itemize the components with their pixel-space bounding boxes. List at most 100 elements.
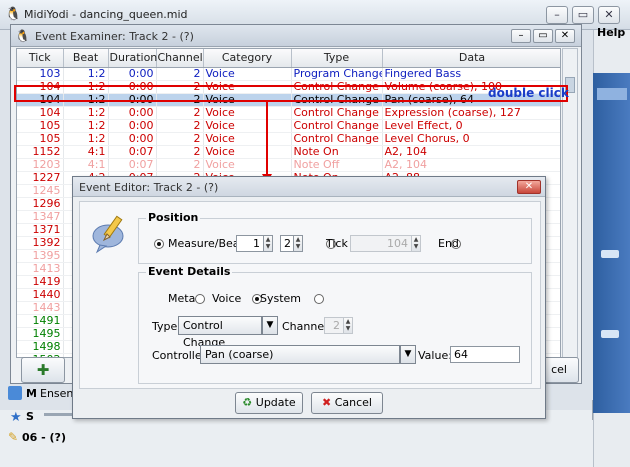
event-editor-dialog: Event Editor: Track 2 - (?) ✕ Position M… bbox=[72, 176, 546, 419]
examiner-minimize-button[interactable]: – bbox=[511, 29, 531, 43]
cell-category: Voice bbox=[203, 119, 292, 133]
close-button[interactable]: ✕ bbox=[598, 6, 620, 24]
folder-icon: ✎ bbox=[8, 430, 19, 444]
track-slider[interactable] bbox=[44, 413, 74, 416]
value-input[interactable]: 64 bbox=[450, 346, 520, 363]
cell-type: Control Change bbox=[291, 106, 383, 120]
update-button[interactable]: ♻ Update bbox=[235, 392, 303, 414]
cell-type: Control Change bbox=[291, 119, 383, 133]
meta-radio[interactable] bbox=[194, 294, 205, 304]
app-icon: 🐧 bbox=[5, 7, 22, 22]
type-dropdown-button[interactable]: ▼ bbox=[262, 316, 278, 335]
value-label: Value: bbox=[418, 349, 452, 362]
voice-label: Voice bbox=[212, 292, 242, 305]
system-radio[interactable] bbox=[313, 294, 324, 304]
main-divider bbox=[575, 400, 593, 420]
cell-beat: 1:2 bbox=[63, 106, 109, 120]
track-m-label[interactable]: M bbox=[26, 387, 37, 400]
cell-tick: 1498 bbox=[17, 340, 64, 354]
cell-tick: 1245 bbox=[17, 184, 64, 198]
channel-input[interactable]: 2 bbox=[324, 317, 344, 334]
cell-category: Voice bbox=[203, 106, 292, 120]
measure-spinner[interactable]: ▲ ▼ bbox=[264, 235, 273, 252]
measure-beat-label: Measure/Beat bbox=[168, 237, 244, 250]
cell-beat: 4:1 bbox=[63, 158, 109, 172]
cell-channel: 2 bbox=[156, 106, 204, 120]
track-name: 06 - (?) bbox=[22, 431, 66, 444]
cell-type: Control Change bbox=[291, 132, 383, 146]
maximize-button[interactable]: ▭ bbox=[572, 6, 594, 24]
minimize-button[interactable]: – bbox=[546, 6, 568, 24]
controller-dropdown-button[interactable]: ▼ bbox=[400, 345, 416, 364]
cell-tick: 1413 bbox=[17, 262, 64, 276]
event-details-title: Event Details bbox=[146, 265, 233, 278]
cell-category: Voice bbox=[203, 132, 292, 146]
main-window-title: MidiYodi - dancing_queen.mid bbox=[24, 8, 188, 21]
add-event-button[interactable]: ✚ bbox=[21, 357, 65, 383]
cell-type: Program Change bbox=[291, 67, 383, 81]
cell-tick: 1152 bbox=[17, 145, 64, 159]
track-s-label[interactable]: S bbox=[26, 410, 34, 423]
track-strip-mark bbox=[601, 250, 619, 258]
cell-beat: 1:2 bbox=[63, 119, 109, 133]
cell-tick: 1443 bbox=[17, 301, 64, 315]
cell-channel: 2 bbox=[156, 158, 204, 172]
cell-duration: 0:00 bbox=[108, 119, 157, 133]
star-icon: ★ bbox=[10, 410, 22, 425]
track-ensemble-label: Ensen bbox=[40, 387, 74, 400]
tick-input[interactable]: 104 bbox=[350, 235, 412, 252]
examiner-maximize-button[interactable]: ▭ bbox=[533, 29, 553, 43]
cell-tick: 105 bbox=[17, 119, 64, 133]
table-row[interactable]: 103 1:2 0:00 2 Voice Program Change Fingered B… bbox=[17, 67, 560, 81]
column-header-beat[interactable]: Beat bbox=[63, 49, 109, 68]
cell-category: Voice bbox=[203, 158, 292, 172]
cell-data: Expression (coarse), 127 bbox=[382, 106, 560, 120]
controller-select[interactable]: Pan (coarse) bbox=[200, 345, 400, 364]
table-row[interactable]: 104 1:2 0:00 2 Voice Control Change Expression… bbox=[17, 106, 560, 120]
cell-tick: 1419 bbox=[17, 275, 64, 289]
cell-channel: 2 bbox=[156, 119, 204, 133]
meta-label: Meta bbox=[168, 292, 196, 305]
help-menu[interactable]: Help bbox=[597, 26, 625, 39]
column-header-type[interactable]: Type bbox=[291, 49, 383, 68]
cell-tick: 1371 bbox=[17, 223, 64, 237]
column-header-tick[interactable]: Tick bbox=[17, 49, 64, 68]
cell-data: A2, 104 bbox=[382, 145, 560, 159]
cancel-icon: ✖ bbox=[322, 396, 332, 409]
cell-duration: 0:00 bbox=[108, 106, 157, 120]
cell-tick: 1491 bbox=[17, 314, 64, 328]
column-header-category[interactable]: Category bbox=[203, 49, 292, 68]
track-strip-mark bbox=[601, 330, 619, 338]
table-row[interactable]: 1203 4:1 0:07 2 Voice Note Off A2, 104 bbox=[17, 158, 560, 172]
add-event-icon: ✚ bbox=[36, 361, 50, 379]
cancel-button[interactable]: ✖ Cancel bbox=[311, 392, 383, 414]
cell-tick: 1203 bbox=[17, 158, 64, 172]
tick-spinner[interactable]: ▲ ▼ bbox=[412, 235, 421, 252]
beat-input[interactable]: 2 bbox=[280, 235, 294, 252]
track-strip-segment bbox=[597, 88, 627, 100]
cell-tick: 1440 bbox=[17, 288, 64, 302]
table-row[interactable]: 1152 4:1 0:07 2 Voice Note On A2, 104 bbox=[17, 145, 560, 159]
cell-tick: 1395 bbox=[17, 249, 64, 263]
column-header-duration[interactable]: Duration bbox=[108, 49, 157, 68]
column-header-channel[interactable]: Channel bbox=[156, 49, 204, 68]
cell-tick: 1392 bbox=[17, 236, 64, 250]
column-header-data[interactable]: Data bbox=[382, 49, 560, 68]
update-button-label: Update bbox=[255, 396, 296, 409]
cell-data: Level Chorus, 0 bbox=[382, 132, 560, 146]
cell-tick: 104 bbox=[17, 106, 64, 120]
table-row[interactable]: 105 1:2 0:00 2 Voice Control Change Level Chor… bbox=[17, 132, 560, 146]
table-row[interactable]: 105 1:2 0:00 2 Voice Control Change Level Effe… bbox=[17, 119, 560, 133]
track-m-icon bbox=[8, 386, 22, 400]
channel-spinner[interactable]: ▲ ▼ bbox=[344, 317, 353, 334]
beat-spinner[interactable]: ▲ ▼ bbox=[294, 235, 303, 252]
cell-category: Voice bbox=[203, 67, 292, 81]
type-select[interactable]: Control Change bbox=[178, 316, 262, 349]
annotation-arrow-line bbox=[266, 101, 268, 177]
tick-label: Tick bbox=[326, 237, 348, 250]
editor-close-button[interactable]: ✕ bbox=[517, 180, 541, 194]
measure-beat-radio[interactable] bbox=[154, 239, 164, 249]
examiner-close-button[interactable]: ✕ bbox=[555, 29, 575, 43]
cell-type: Note On bbox=[291, 145, 383, 159]
measure-input[interactable]: 1 bbox=[236, 235, 264, 252]
